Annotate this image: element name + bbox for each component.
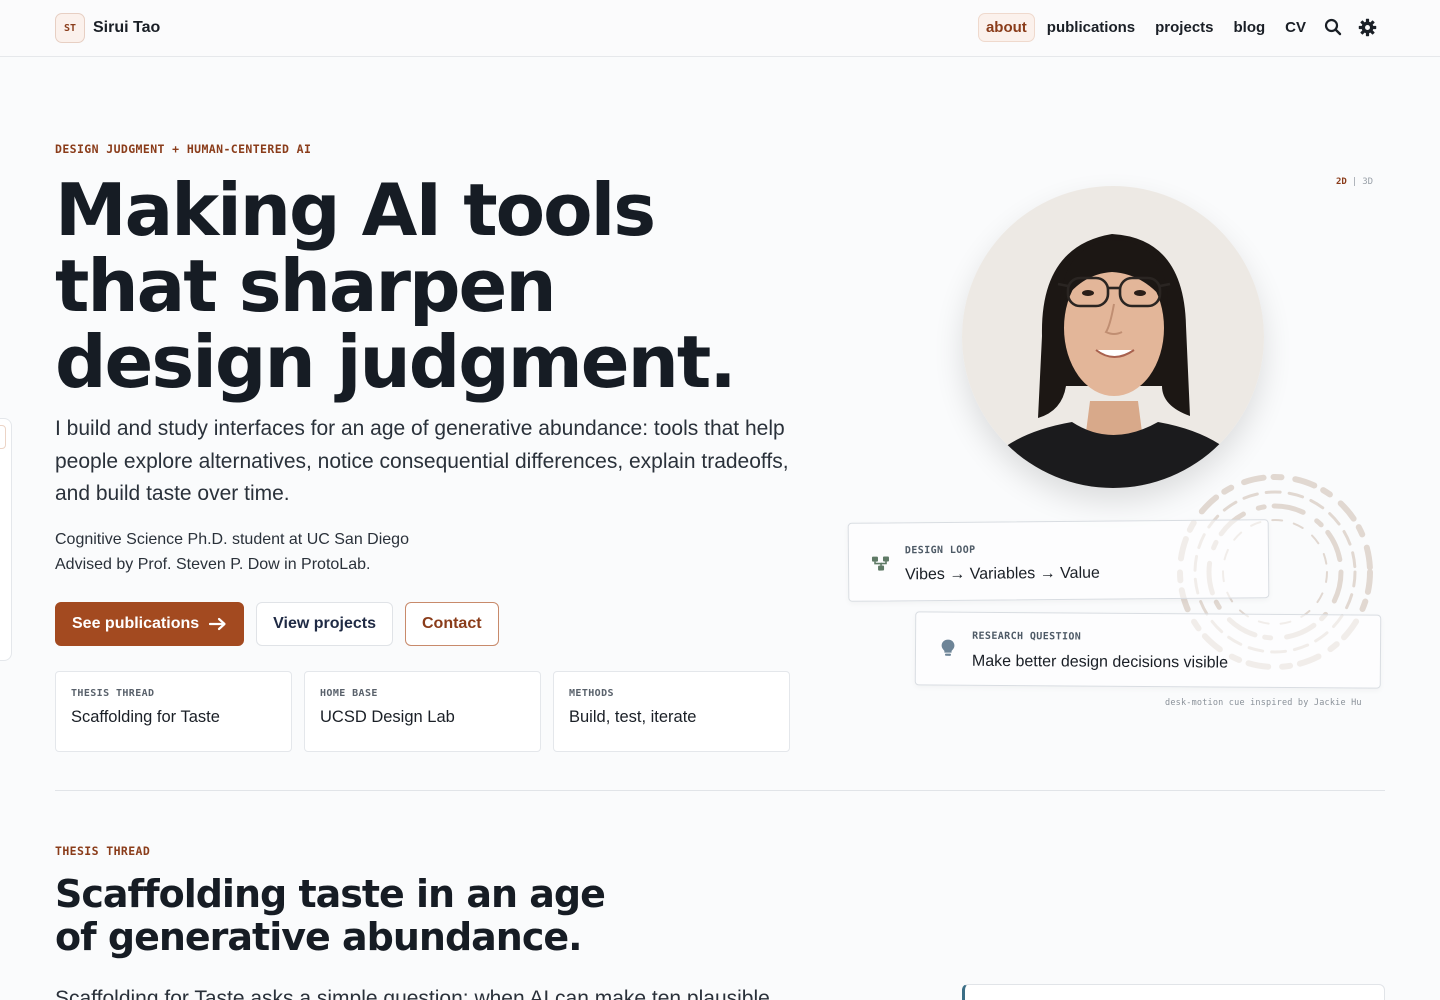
search-icon[interactable] [1318, 12, 1348, 42]
fact-cards: THESIS THREAD Scaffolding for Taste HOME… [55, 671, 790, 752]
section-side-panel [962, 984, 1385, 1000]
site-header: ST Sirui Tao about publications projects… [0, 0, 1440, 57]
nav-item-about[interactable]: about [977, 12, 1035, 42]
dimension-toggle: 2D | 3D [1336, 177, 1373, 187]
hero-actions: See publications View projects Contact [55, 602, 499, 646]
arrow-right-icon [209, 617, 226, 631]
side-drawer-handle[interactable] [0, 425, 6, 449]
toggle-2d[interactable]: 2D [1336, 177, 1347, 187]
contact-button[interactable]: Contact [405, 602, 499, 646]
card-label: DESIGN LOOP [904, 544, 976, 557]
brand-monogram: ST [55, 13, 85, 43]
fact-label: HOME BASE [320, 688, 378, 699]
hero-lede: I build and study interfaces for an age … [55, 417, 789, 505]
main-nav: about publications projects blog CV [977, 12, 1382, 42]
see-publications-label: See publications [72, 615, 200, 632]
fact-value: UCSD Design Lab [320, 708, 455, 726]
brand-link[interactable]: ST Sirui Tao [55, 13, 160, 43]
affiliation-line: Cognitive Science Ph.D. student at UC Sa… [55, 531, 409, 548]
fact-value: Build, test, iterate [569, 708, 697, 726]
toggle-3d[interactable]: 3D [1362, 177, 1373, 187]
section-title: Scaffolding taste in an age of generativ… [55, 872, 606, 959]
card-label: RESEARCH QUESTION [972, 630, 1082, 643]
fact-value: Scaffolding for Taste [71, 708, 220, 726]
brand-name: Sirui Tao [93, 19, 161, 36]
fact-card-methods: METHODS Build, test, iterate [553, 671, 790, 752]
nav-item-blog[interactable]: blog [1226, 13, 1274, 42]
section-divider [55, 790, 1385, 791]
design-loop-card: DESIGN LOOP Vibes → Variables → Value [847, 519, 1270, 602]
fact-label: THESIS THREAD [71, 688, 155, 699]
side-drawer-tab[interactable] [0, 418, 12, 661]
section-title-line: of generative abundance. [55, 915, 583, 959]
section-title-line: Scaffolding taste in an age [55, 872, 606, 916]
view-projects-button[interactable]: View projects [256, 602, 393, 646]
section-body: Scaffolding for Taste asks a simple ques… [55, 987, 770, 1000]
profile-portrait [962, 186, 1264, 488]
fact-label: METHODS [569, 688, 614, 699]
nav-item-projects[interactable]: projects [1147, 13, 1221, 42]
nav-item-publications[interactable]: publications [1039, 13, 1143, 42]
nav-item-cv[interactable]: CV [1277, 13, 1314, 42]
card-value: Vibes → Variables → Value [905, 564, 1100, 584]
hero-title: Making AI tools that sharpen design judg… [55, 172, 855, 400]
hero-title-line: that sharpen [55, 244, 557, 328]
motion-credit: desk-motion cue inspired by Jackie Hu [1165, 698, 1362, 708]
lightbulb-icon [941, 639, 955, 656]
fact-card-thesis: THESIS THREAD Scaffolding for Taste [55, 671, 292, 752]
hero-affiliation: Cognitive Science Ph.D. student at UC Sa… [55, 527, 409, 577]
hero-title-line: Making AI tools [55, 168, 656, 252]
flow-icon [871, 556, 889, 571]
theme-toggle-gear-icon[interactable] [1352, 12, 1382, 42]
section-eyebrow: THESIS THREAD [55, 844, 151, 858]
fact-card-home-base: HOME BASE UCSD Design Lab [304, 671, 541, 752]
advisor-line: Advised by Prof. Steven P. Dow in ProtoL… [55, 556, 371, 573]
toggle-separator: | [1351, 177, 1358, 187]
research-question-card: RESEARCH QUESTION Make better design dec… [914, 611, 1382, 689]
hero-eyebrow: DESIGN JUDGMENT + HUMAN-CENTERED AI [55, 142, 312, 156]
see-publications-button[interactable]: See publications [55, 602, 245, 646]
card-value: Make better design decisions visible [971, 652, 1229, 672]
hero-title-line: design judgment. [55, 320, 737, 404]
